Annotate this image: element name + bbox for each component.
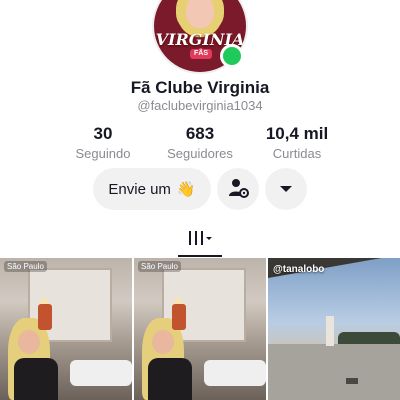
person-settings-icon xyxy=(227,177,249,202)
person-face xyxy=(18,330,40,354)
add-friend-settings-button[interactable] xyxy=(217,168,259,210)
tab-videos[interactable] xyxy=(178,225,222,255)
more-options-button[interactable] xyxy=(265,168,307,210)
caret-down-icon xyxy=(279,182,293,197)
send-message-button[interactable]: Envie um 👋 xyxy=(93,168,211,210)
stat-following[interactable]: 30 Seguindo xyxy=(55,124,151,161)
stat-followers[interactable]: 683 Seguidores xyxy=(152,124,248,161)
person-body xyxy=(148,358,192,400)
video-thumbnail[interactable]: @tanalobo xyxy=(268,258,400,400)
profile-avatar[interactable]: VIRGINIA FÃS xyxy=(152,0,248,74)
tower xyxy=(326,316,334,346)
avatar-face xyxy=(186,0,214,28)
drain xyxy=(346,378,358,384)
video-thumbnail[interactable]: São Paulo xyxy=(134,258,266,400)
online-status-indicator xyxy=(220,44,244,68)
video-thumbnail[interactable]: São Paulo xyxy=(0,258,132,400)
send-message-label: Envie um xyxy=(108,180,171,198)
avatar-brand-sub: FÃS xyxy=(190,49,212,59)
stat-following-label: Seguindo xyxy=(75,146,131,161)
video-grid: São Paulo São Paulo @tanalobo xyxy=(0,258,400,400)
phone xyxy=(38,304,52,330)
stat-followers-label: Seguidores xyxy=(167,146,233,161)
stat-likes-label: Curtidas xyxy=(272,146,322,161)
profile-display-name: Fã Clube Virginia xyxy=(130,78,270,97)
profile-username: @faclubevirginia1034 xyxy=(137,98,263,113)
location-tag: São Paulo xyxy=(138,261,181,272)
profile-action-buttons: Envie um 👋 xyxy=(0,168,400,210)
wave-emoji: 👋 xyxy=(176,181,196,198)
ground xyxy=(268,344,400,400)
stat-followers-value: 683 xyxy=(185,124,215,143)
stat-following-value: 30 xyxy=(93,124,113,143)
mention-tag: @tanalobo xyxy=(273,264,325,275)
tab-active-underline xyxy=(178,255,222,257)
stat-likes-value: 10,4 mil xyxy=(265,124,329,143)
location-tag: São Paulo xyxy=(4,261,47,272)
person-face xyxy=(152,330,174,354)
stat-likes[interactable]: 10,4 mil Curtidas xyxy=(249,124,345,161)
phone xyxy=(172,304,186,330)
bathtub xyxy=(204,360,266,386)
grid-bars-icon xyxy=(187,229,213,252)
person-body xyxy=(14,358,58,400)
profile-stats: 30 Seguindo 683 Seguidores 10,4 mil Curt… xyxy=(55,124,345,161)
bathtub xyxy=(70,360,132,386)
trees xyxy=(338,332,400,344)
